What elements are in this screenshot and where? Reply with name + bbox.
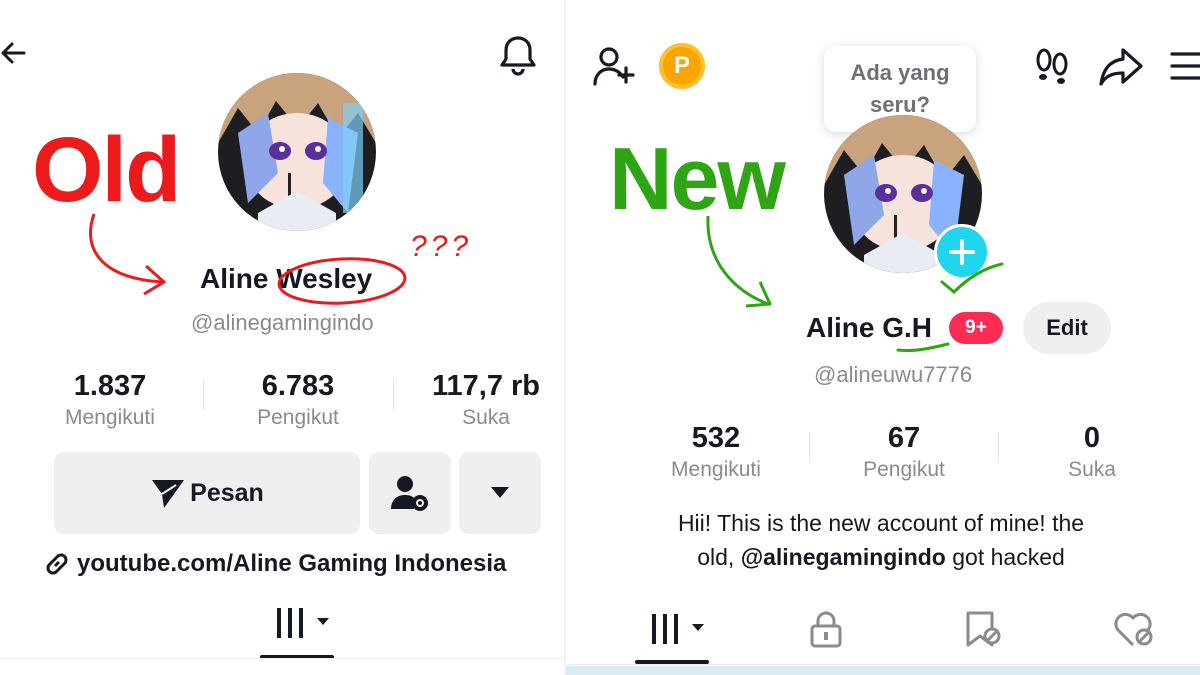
more-dropdown-button[interactable]: [459, 452, 541, 534]
stat-divider: [809, 432, 810, 462]
username: @alinegamingindo: [191, 310, 374, 335]
profile-avatar[interactable]: [218, 73, 376, 231]
bio-link-text: youtube.com/Aline Gaming Indonesia: [77, 550, 507, 577]
bell-icon[interactable]: [498, 34, 538, 76]
notification-badge[interactable]: 9+: [949, 312, 1003, 344]
menu-icon[interactable]: [1170, 50, 1200, 82]
stat-divider: [203, 380, 204, 410]
surname-underline-annotation: [896, 340, 950, 361]
user-settings-icon: [390, 473, 430, 513]
stat-followers-label: Pengikut: [257, 406, 339, 429]
coin-icon[interactable]: P: [659, 43, 705, 89]
display-name-last: G.H: [882, 312, 933, 343]
message-button-label: Pesan: [190, 478, 264, 507]
stat-divider: [393, 380, 394, 410]
stat-followers-label: Pengikut: [863, 458, 945, 481]
check-annotation: [938, 260, 1006, 301]
bio-mention-link[interactable]: @alinegamingindo: [741, 544, 946, 570]
footprints-icon[interactable]: [1032, 46, 1072, 86]
user-settings-button[interactable]: [369, 452, 451, 534]
stat-following-value: 1.837: [73, 370, 147, 402]
new-profile-panel: P Ada yang seru? New Aline G.H 9+ Edit @…: [566, 0, 1200, 675]
new-annotation-arrow: [702, 210, 782, 315]
edit-profile-button[interactable]: Edit: [1023, 302, 1111, 354]
stat-following-value: 532: [691, 422, 741, 454]
stat-likes-value: 0: [1083, 422, 1101, 454]
stat-likes-value: 117,7 rb: [431, 370, 541, 402]
grid-icon[interactable]: [275, 606, 331, 640]
tooltip-text: Ada yang seru?: [850, 60, 950, 117]
grid-icon[interactable]: [650, 612, 706, 646]
stat-following-label: Mengikuti: [671, 458, 761, 481]
stat-likes-label: Suka: [462, 406, 510, 429]
bio-link[interactable]: youtube.com/Aline Gaming Indonesia: [43, 550, 506, 578]
tab-bar-border: [0, 658, 565, 659]
old-profile-panel: Old Aline Wesley ??? @alinegamingindo 1.…: [0, 0, 565, 675]
link-icon: [43, 550, 71, 578]
add-friend-icon[interactable]: [592, 44, 636, 88]
edit-button-label: Edit: [1046, 315, 1088, 340]
content-preview-strip: [566, 666, 1200, 675]
old-annotation-arrow: [80, 208, 180, 303]
bio-text: Hii! This is the new account of mine! th…: [606, 506, 1156, 574]
bio-line-1: Hii! This is the new account of mine! th…: [677, 510, 1085, 536]
tab-bar-border: [566, 664, 1200, 665]
send-icon: [150, 476, 186, 510]
username: @alineuwu7776: [814, 362, 973, 387]
display-name-first: Aline: [806, 312, 875, 343]
message-button[interactable]: Pesan: [54, 452, 360, 534]
coin-letter: P: [673, 52, 690, 79]
bookmark-icon[interactable]: [964, 610, 1004, 648]
surname-highlight-circle: [276, 254, 411, 311]
stat-following-label: Mengikuti: [65, 406, 155, 429]
bio-line-2: old, @alinegamingindo got hacked: [606, 540, 1156, 574]
bio-line-2-prefix: old,: [697, 544, 735, 570]
heart-icon[interactable]: [1114, 612, 1156, 648]
display-name-first: Aline: [200, 263, 269, 294]
question-marks-annotation: ???: [410, 230, 473, 263]
stat-likes-label: Suka: [1068, 458, 1116, 481]
bio-line-2-suffix: got hacked: [952, 544, 1065, 570]
share-icon[interactable]: [1099, 46, 1143, 86]
stat-divider: [998, 432, 999, 462]
back-arrow-icon[interactable]: [0, 38, 28, 68]
stat-followers-value: 6.783: [261, 370, 335, 402]
caret-down-icon: [490, 486, 510, 500]
stat-followers-value: 67: [887, 422, 921, 454]
lock-icon[interactable]: [809, 610, 843, 648]
